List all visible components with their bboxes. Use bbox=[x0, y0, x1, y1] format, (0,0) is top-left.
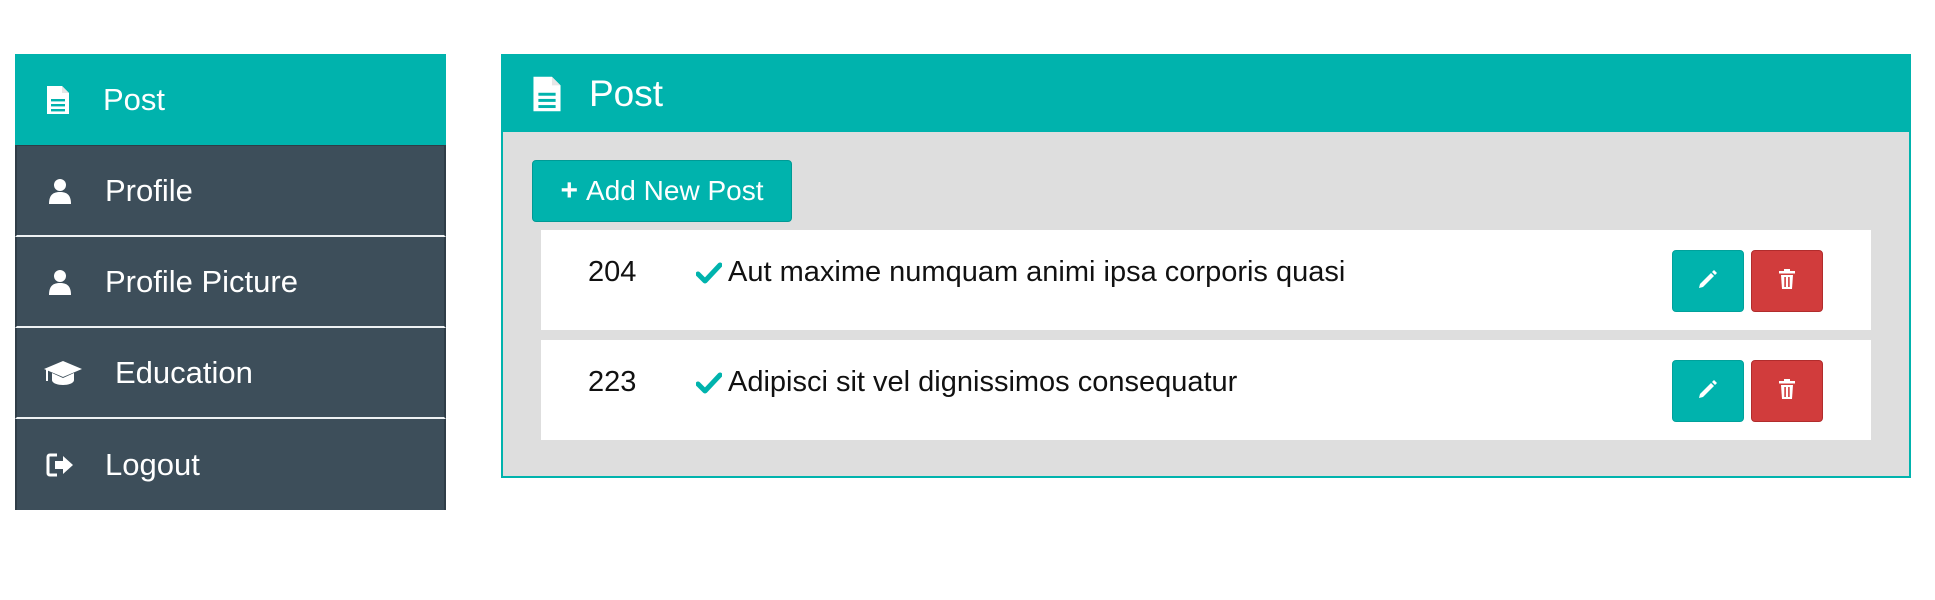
table-row: 204 Aut maxime numquam animi ipsa corpor… bbox=[541, 230, 1871, 330]
post-title: Aut maxime numquam animi ipsa corporis q… bbox=[728, 256, 1346, 288]
pencil-icon bbox=[1697, 378, 1719, 405]
edit-button[interactable] bbox=[1672, 360, 1744, 422]
check-icon bbox=[696, 262, 722, 284]
delete-button[interactable] bbox=[1751, 360, 1823, 422]
panel-header: Post bbox=[503, 56, 1909, 132]
sidebar-item-profile[interactable]: Profile bbox=[15, 146, 446, 237]
pencil-icon bbox=[1697, 268, 1719, 295]
post-panel: Post + Add New Post 204 Aut maxime numqu… bbox=[501, 54, 1911, 478]
sidebar-item-label: Education bbox=[115, 354, 253, 390]
sidebar-item-label: Profile Picture bbox=[105, 263, 298, 299]
trash-icon bbox=[1777, 268, 1797, 295]
file-text-icon bbox=[531, 75, 563, 113]
plus-icon: + bbox=[560, 174, 579, 207]
edit-button[interactable] bbox=[1672, 250, 1744, 312]
add-new-post-button[interactable]: + Add New Post bbox=[532, 160, 792, 222]
sidebar-item-label: Post bbox=[103, 81, 166, 117]
file-text-icon bbox=[43, 85, 73, 115]
panel-title: Post bbox=[589, 73, 664, 114]
user-icon bbox=[45, 176, 75, 206]
post-id: 223 bbox=[588, 366, 637, 398]
user-icon bbox=[45, 267, 75, 297]
post-title-cell: Adipisci sit vel dignissimos consequatur bbox=[696, 366, 1237, 399]
post-title-cell: Aut maxime numquam animi ipsa corporis q… bbox=[696, 256, 1345, 289]
graduation-cap-icon bbox=[42, 358, 84, 388]
sign-out-icon bbox=[45, 450, 75, 480]
check-icon bbox=[696, 372, 722, 394]
sidebar-item-post[interactable]: Post bbox=[15, 54, 446, 146]
post-id: 204 bbox=[588, 256, 637, 288]
sidebar-item-logout[interactable]: Logout bbox=[15, 419, 446, 510]
trash-icon bbox=[1777, 378, 1797, 405]
post-title: Adipisci sit vel dignissimos consequatur bbox=[728, 366, 1238, 398]
sidebar-item-profile-picture[interactable]: Profile Picture bbox=[15, 237, 446, 328]
sidebar-item-label: Logout bbox=[105, 446, 200, 482]
post-list: 204 Aut maxime numquam animi ipsa corpor… bbox=[541, 230, 1871, 450]
table-row: 223 Adipisci sit vel dignissimos consequ… bbox=[541, 340, 1871, 440]
sidebar-nav: Post Profile Profile Picture Education L… bbox=[15, 54, 446, 510]
add-new-post-label: Add New Post bbox=[586, 175, 764, 206]
sidebar-item-education[interactable]: Education bbox=[15, 328, 446, 419]
delete-button[interactable] bbox=[1751, 250, 1823, 312]
sidebar-item-label: Profile bbox=[105, 172, 193, 208]
